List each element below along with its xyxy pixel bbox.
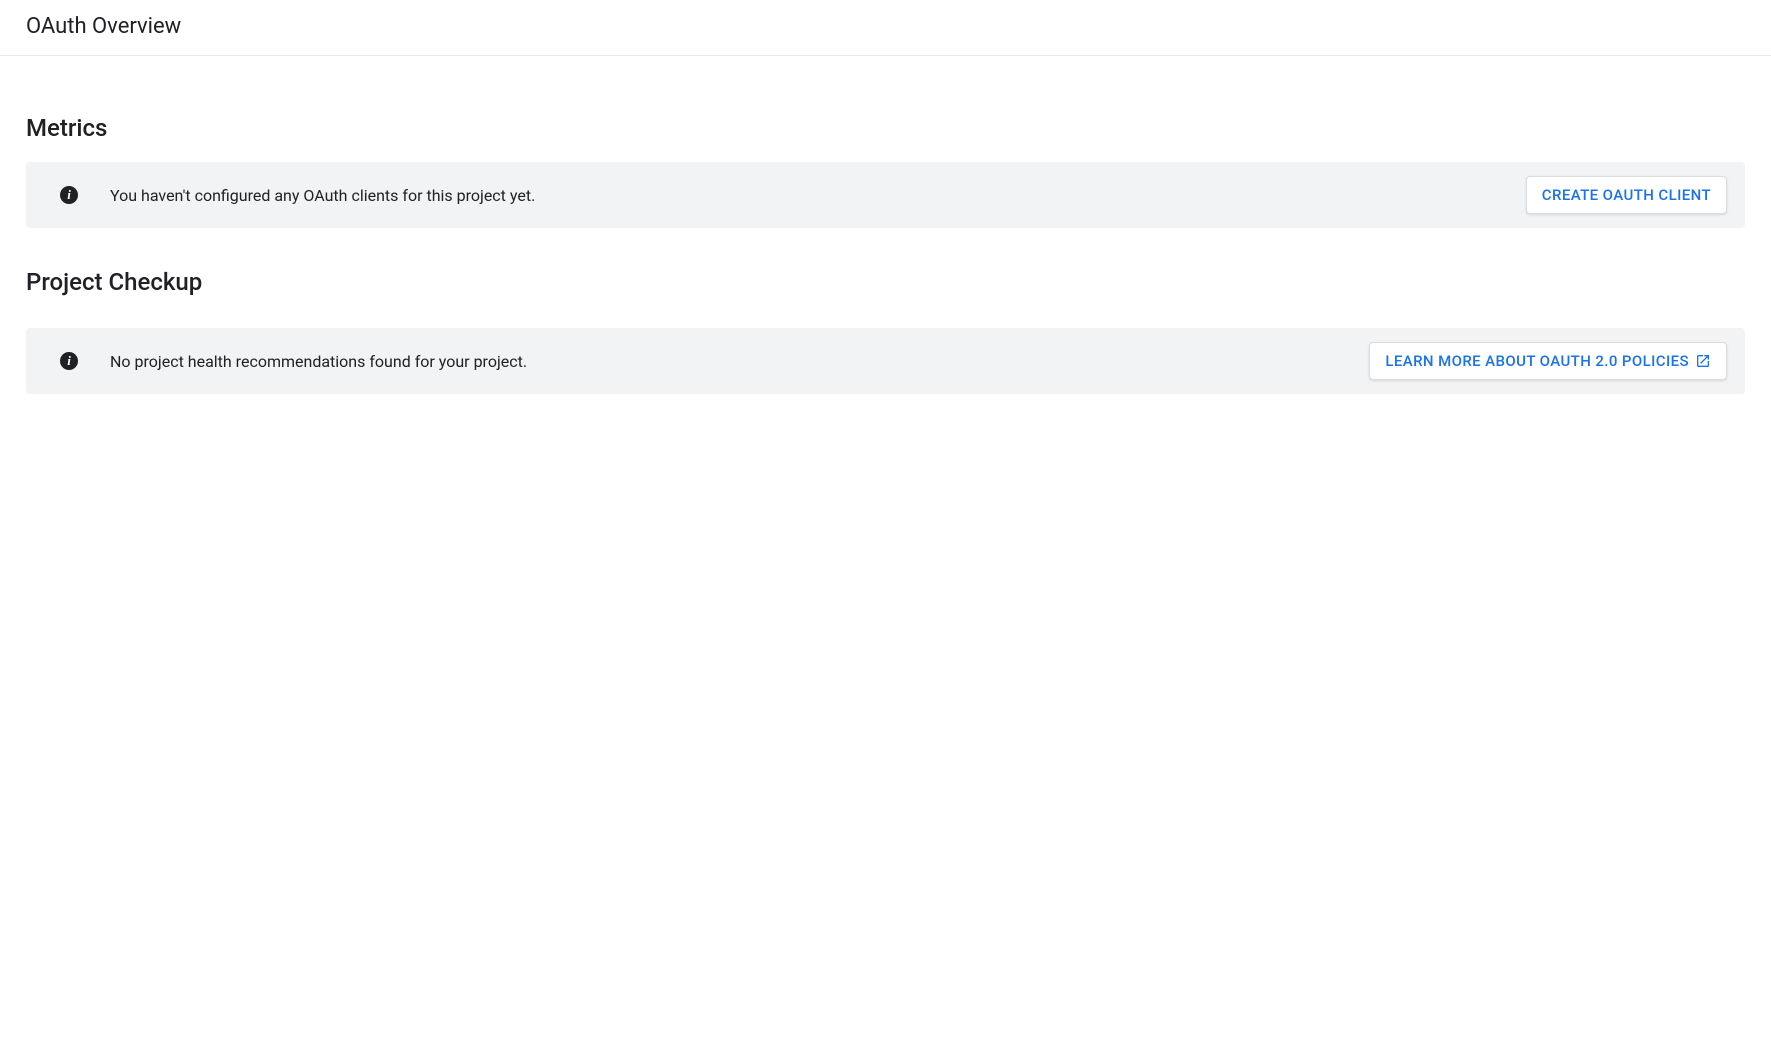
create-oauth-client-button[interactable]: CREATE OAUTH CLIENT xyxy=(1526,176,1727,214)
info-icon: i xyxy=(60,352,78,370)
external-link-icon xyxy=(1695,353,1711,369)
learn-more-policies-label: LEARN MORE ABOUT OAUTH 2.0 POLICIES xyxy=(1385,352,1689,370)
checkup-info-card: i No project health recommendations foun… xyxy=(26,328,1745,394)
create-oauth-client-label: CREATE OAUTH CLIENT xyxy=(1542,186,1711,204)
page-title: OAuth Overview xyxy=(26,14,1745,39)
project-checkup-heading: Project Checkup xyxy=(26,268,1745,296)
checkup-info-text: No project health recommendations found … xyxy=(110,352,527,371)
page-header: OAuth Overview xyxy=(0,0,1771,56)
metrics-info-card: i You haven't configured any OAuth clien… xyxy=(26,162,1745,228)
metrics-info-left: i You haven't configured any OAuth clien… xyxy=(60,186,535,205)
metrics-heading: Metrics xyxy=(26,114,1745,142)
checkup-info-left: i No project health recommendations foun… xyxy=(60,352,527,371)
metrics-info-text: You haven't configured any OAuth clients… xyxy=(110,186,535,205)
main-content: Metrics i You haven't configured any OAu… xyxy=(0,114,1771,394)
learn-more-policies-button[interactable]: LEARN MORE ABOUT OAUTH 2.0 POLICIES xyxy=(1369,342,1727,380)
info-icon: i xyxy=(60,186,78,204)
